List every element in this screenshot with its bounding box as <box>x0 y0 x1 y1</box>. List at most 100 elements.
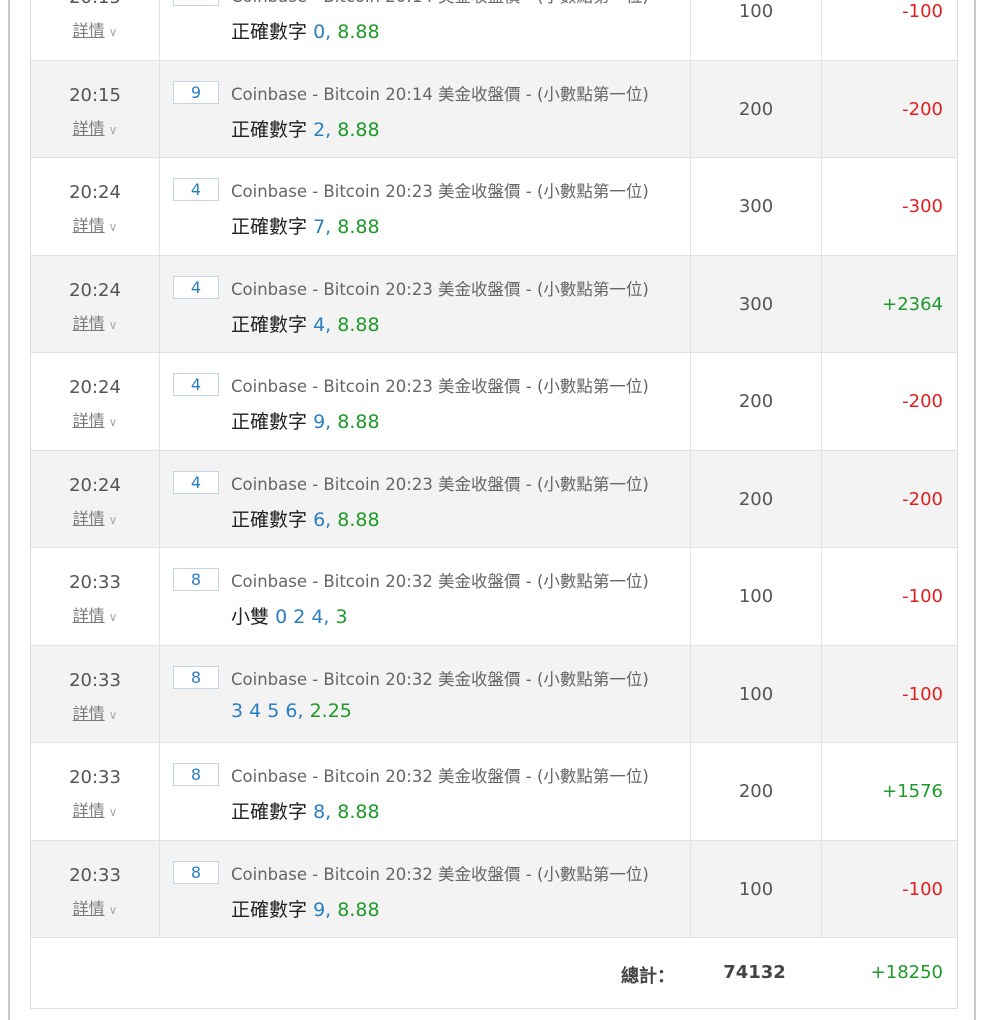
pick-numbers: 7 <box>313 216 326 238</box>
detail-toggle[interactable]: 詳情 ∨ <box>31 115 159 139</box>
description-cell: 8 Coinbase - Bitcoin 20:32 美金收盤價 - (小數點第… <box>160 645 691 742</box>
market-name: Coinbase - Bitcoin 20:14 美金收盤價 - (小數點第一位… <box>231 0 649 7</box>
amount-cell: 200 <box>691 450 822 547</box>
pick-numbers: 8 <box>313 801 326 823</box>
result-cell: -100 <box>822 0 957 60</box>
table-row: 20:15 詳情∨ 9 Coinbase - Bitcoin 20:14 美金收… <box>31 60 957 158</box>
pick-numbers: 0 2 4 <box>275 606 324 628</box>
pick-odds: 8.88 <box>337 801 380 823</box>
issue-badge: 8 <box>173 568 219 591</box>
table-row: 20:15 詳情∨ 9 Coinbase - Bitcoin 20:14 美金收… <box>31 0 957 61</box>
market-name: Coinbase - Bitcoin 20:23 美金收盤價 - (小數點第一位… <box>231 182 649 201</box>
result-cell: -200 <box>822 353 957 450</box>
amount-cell: 300 <box>691 158 822 255</box>
detail-toggle[interactable]: 詳情 ∨ <box>31 212 159 236</box>
bet-result: -200 <box>902 98 943 120</box>
chevron-down-icon: ∨ <box>108 25 118 39</box>
amount-cell: 200 <box>691 60 822 157</box>
detail-link[interactable]: 詳情 <box>73 801 105 820</box>
table-row: 20:33 詳情 ∨ 8 Coinbase - Bitcoin 20:32 美金收… <box>31 743 957 841</box>
bet-selection: 正確數字 7, 8.88 <box>231 212 380 239</box>
time-cell: 20:24 詳情 ∨ <box>31 255 160 352</box>
detail-link[interactable]: 詳情 <box>73 21 105 40</box>
issue-badge: 9 <box>173 80 219 104</box>
result-cell: -300 <box>822 158 957 255</box>
bet-result: -200 <box>902 391 943 412</box>
issue-badge: 8 <box>173 763 219 786</box>
pick-label: 小雙 <box>231 606 270 628</box>
time-cell: 20:33 詳情 ∨ <box>31 743 160 840</box>
pick-label: 正確數字 <box>231 118 308 141</box>
detail-link[interactable]: 詳情 <box>73 411 105 430</box>
pick-separator: , <box>297 699 304 722</box>
description-cell: 9 Coinbase - Bitcoin 20:14 美金收盤價 - (小數點第… <box>160 60 691 157</box>
pick-label: 正確數字 <box>231 801 308 823</box>
detail-toggle[interactable]: 詳情 ∨ <box>31 310 159 334</box>
bet-result: +2364 <box>882 293 943 315</box>
result-cell: -100 <box>822 646 957 743</box>
detail-link[interactable]: 詳情 <box>73 216 105 235</box>
market-name: Coinbase - Bitcoin 20:32 美金收盤價 - (小數點第一位… <box>231 669 649 689</box>
description-cell: 4 Coinbase - Bitcoin 20:23 美金收盤價 - (小數點第… <box>160 255 691 352</box>
bet-selection: 正確數字 9, 8.88 <box>231 895 380 922</box>
detail-link[interactable]: 詳情 <box>73 899 105 918</box>
detail-toggle[interactable]: 詳情 ∨ <box>31 895 159 919</box>
description-cell: 8 Coinbase - Bitcoin 20:32 美金收盤價 - (小數點第… <box>160 743 691 840</box>
bet-selection: 小雙 0 2 4, 3 <box>231 602 348 629</box>
market-name: Coinbase - Bitcoin 20:23 美金收盤價 - (小數點第一位… <box>231 377 649 396</box>
detail-link[interactable]: 詳情 <box>73 119 105 138</box>
pick-separator: , <box>325 411 332 433</box>
bet-time: 20:24 <box>69 279 121 301</box>
time-cell: 20:33 詳情 ∨ <box>31 840 160 937</box>
detail-toggle[interactable]: 詳情 ∨ <box>31 505 159 529</box>
total-label: 總計： <box>621 966 675 987</box>
pick-odds: 8.88 <box>337 508 380 531</box>
time-cell: 20:24 詳情 ∨ <box>31 450 160 547</box>
chevron-down-icon: ∨ <box>108 610 118 624</box>
pick-separator: , <box>323 606 330 628</box>
bet-selection: 正確數字 8, 8.88 <box>231 797 380 824</box>
pick-odds: 8.88 <box>337 898 380 921</box>
detail-toggle[interactable]: 詳情 ∨ <box>31 407 159 431</box>
issue-badge: 9 <box>173 0 219 6</box>
pick-label: 正確數字 <box>231 216 308 238</box>
chevron-down-icon: ∨ <box>108 220 118 234</box>
pick-separator: , <box>325 21 332 43</box>
bet-result: -100 <box>902 586 943 607</box>
market-name: Coinbase - Bitcoin 20:32 美金收盤價 - (小數點第一位… <box>231 572 649 591</box>
bet-result: +1576 <box>882 781 943 802</box>
detail-link[interactable]: 詳情 <box>73 509 105 528</box>
bet-amount: 100 <box>738 586 774 607</box>
bet-amount: 300 <box>738 196 774 217</box>
detail-link[interactable]: 詳情 <box>73 704 105 723</box>
pick-numbers: 2 <box>313 118 326 141</box>
bet-amount: 200 <box>738 488 774 510</box>
detail-toggle[interactable]: 詳情 ∨ <box>31 797 159 821</box>
pick-separator: , <box>325 508 332 531</box>
bet-time: 20:24 <box>69 182 121 203</box>
pick-numbers: 4 <box>313 313 326 336</box>
issue-badge: 4 <box>173 275 219 299</box>
pick-separator: , <box>325 313 332 336</box>
bet-amount: 100 <box>738 1 774 22</box>
issue-badge: 4 <box>173 178 219 201</box>
bet-selection: 正確數字 6, 8.88 <box>231 505 380 532</box>
bet-time: 20:15 <box>69 84 121 106</box>
table-row: 20:24 詳情 ∨ 4 Coinbase - Bitcoin 20:23 美金收… <box>31 158 957 256</box>
pick-odds: 8.88 <box>337 411 380 433</box>
pick-separator: , <box>325 118 332 141</box>
detail-toggle[interactable]: 詳情 ∨ <box>31 17 159 41</box>
amount-cell: 100 <box>691 548 822 645</box>
detail-toggle[interactable]: 詳情 ∨ <box>31 602 159 626</box>
chevron-down-icon: ∨ <box>108 415 118 429</box>
description-cell: 4 Coinbase - Bitcoin 20:23 美金收盤價 - (小數點第… <box>160 450 691 547</box>
bet-amount: 200 <box>738 98 774 120</box>
issue-badge: 8 <box>173 860 219 884</box>
pick-label: 正確數字 <box>231 313 308 336</box>
detail-link[interactable]: 詳情 <box>73 314 105 333</box>
time-cell: 20:24 詳情 ∨ <box>31 353 160 450</box>
detail-link[interactable]: 詳情 <box>73 606 105 625</box>
pick-numbers: 6 <box>313 508 326 531</box>
detail-toggle[interactable]: 詳情 ∨ <box>31 700 159 724</box>
bet-time: 20:15 <box>31 0 159 8</box>
